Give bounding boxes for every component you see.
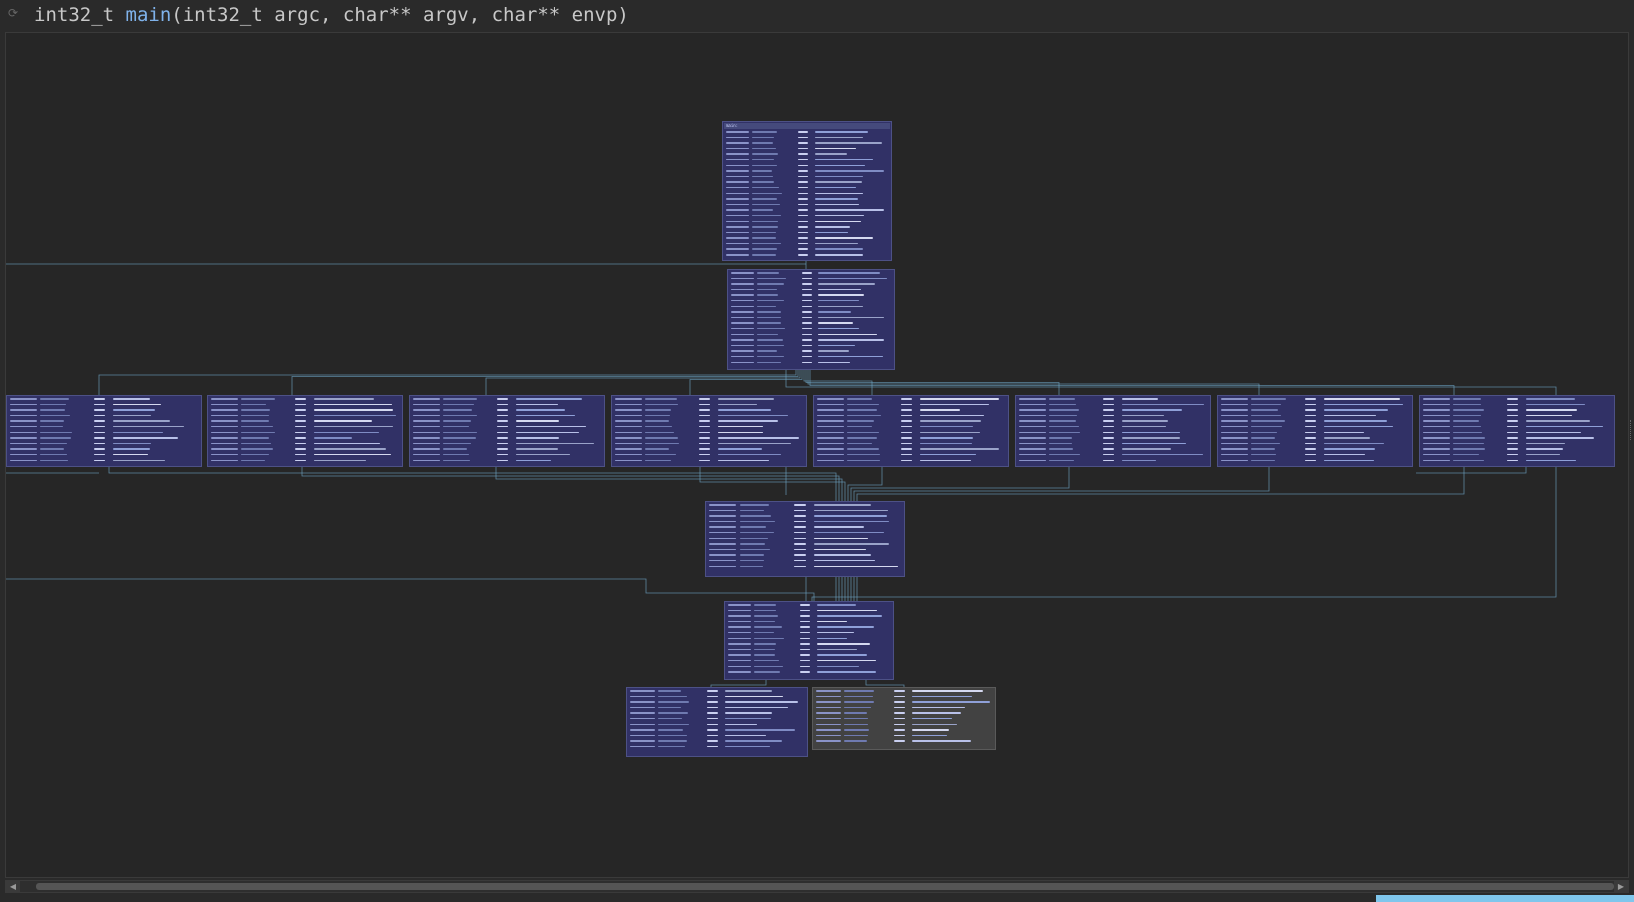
arrow-left-icon[interactable]: ◀ bbox=[6, 881, 20, 892]
basic-block-case-6[interactable] bbox=[1015, 395, 1211, 467]
instruction-line[interactable] bbox=[413, 458, 601, 464]
scrollbar-thumb[interactable] bbox=[36, 883, 1614, 890]
basic-block-case-3[interactable] bbox=[409, 395, 605, 467]
edge-case-7-join bbox=[853, 467, 1270, 601]
instruction-line[interactable] bbox=[615, 458, 803, 464]
function-name[interactable]: main bbox=[126, 4, 172, 26]
instruction-line[interactable] bbox=[731, 360, 891, 366]
function-signature: int32_t main(int32_t argc, char** argv, … bbox=[34, 2, 629, 28]
instruction-line[interactable] bbox=[1019, 458, 1207, 464]
instruction-line[interactable] bbox=[726, 258, 888, 260]
edge-switch-case-1 bbox=[98, 370, 797, 395]
instruction-line[interactable] bbox=[1423, 458, 1611, 464]
instruction-line[interactable] bbox=[709, 564, 901, 570]
basic-block-case-1[interactable] bbox=[6, 395, 202, 467]
basic-block-case-2[interactable] bbox=[207, 395, 403, 467]
edge-switch-case-6 bbox=[805, 370, 1060, 395]
basic-block-case-5[interactable] bbox=[813, 395, 1009, 467]
basic-block-case-4[interactable] bbox=[611, 395, 807, 467]
edge-loop-exit bbox=[710, 680, 767, 687]
resize-grip[interactable] bbox=[1630, 420, 1634, 440]
instruction-line[interactable] bbox=[728, 669, 890, 675]
basic-block-default[interactable] bbox=[705, 501, 905, 577]
return-type: int32_t bbox=[34, 4, 115, 26]
graph-view[interactable]: main: bbox=[5, 32, 1629, 878]
instruction-line[interactable] bbox=[1221, 458, 1409, 464]
basic-block-case-7[interactable] bbox=[1217, 395, 1413, 467]
instruction-line[interactable] bbox=[816, 738, 992, 744]
function-header: ⟳ int32_t main(int32_t argc, char** argv… bbox=[0, 0, 1634, 30]
edge-default-left bbox=[6, 578, 815, 601]
basic-block-case-8[interactable] bbox=[1419, 395, 1615, 467]
horizontal-scrollbar[interactable]: ◀ ▶ bbox=[5, 880, 1629, 893]
edge-case-8-join bbox=[856, 467, 1465, 601]
basic-block-stack-fail[interactable] bbox=[812, 687, 996, 750]
edge-switch-case-2 bbox=[291, 370, 799, 395]
instruction-line[interactable] bbox=[630, 744, 804, 750]
edge-loop-fail bbox=[865, 680, 905, 687]
instruction-line[interactable] bbox=[10, 458, 198, 464]
refresh-icon[interactable]: ⟳ bbox=[8, 7, 20, 19]
basic-block-loop-check[interactable] bbox=[724, 601, 894, 680]
status-bar bbox=[1376, 895, 1634, 902]
basic-block-exit[interactable] bbox=[626, 687, 808, 757]
edge-switch-case-4 bbox=[689, 370, 803, 395]
instruction-line[interactable] bbox=[817, 458, 1005, 464]
instruction-line[interactable] bbox=[211, 458, 399, 464]
function-params: (int32_t argc, char** argv, char** envp) bbox=[171, 4, 629, 26]
edge-switch-case-3 bbox=[485, 370, 801, 395]
basic-block-entry[interactable]: main: bbox=[722, 121, 892, 261]
arrow-right-icon[interactable]: ▶ bbox=[1614, 881, 1628, 892]
basic-block-switch[interactable] bbox=[727, 269, 895, 370]
